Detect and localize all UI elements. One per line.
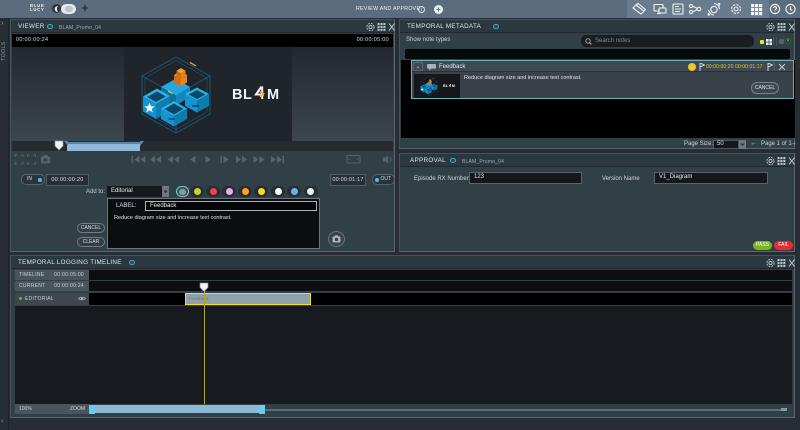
svg-text:M: M (452, 84, 455, 88)
svg-text:BL: BL (443, 84, 449, 88)
svg-text:M: M (267, 87, 279, 103)
svg-text:BL: BL (232, 87, 252, 103)
